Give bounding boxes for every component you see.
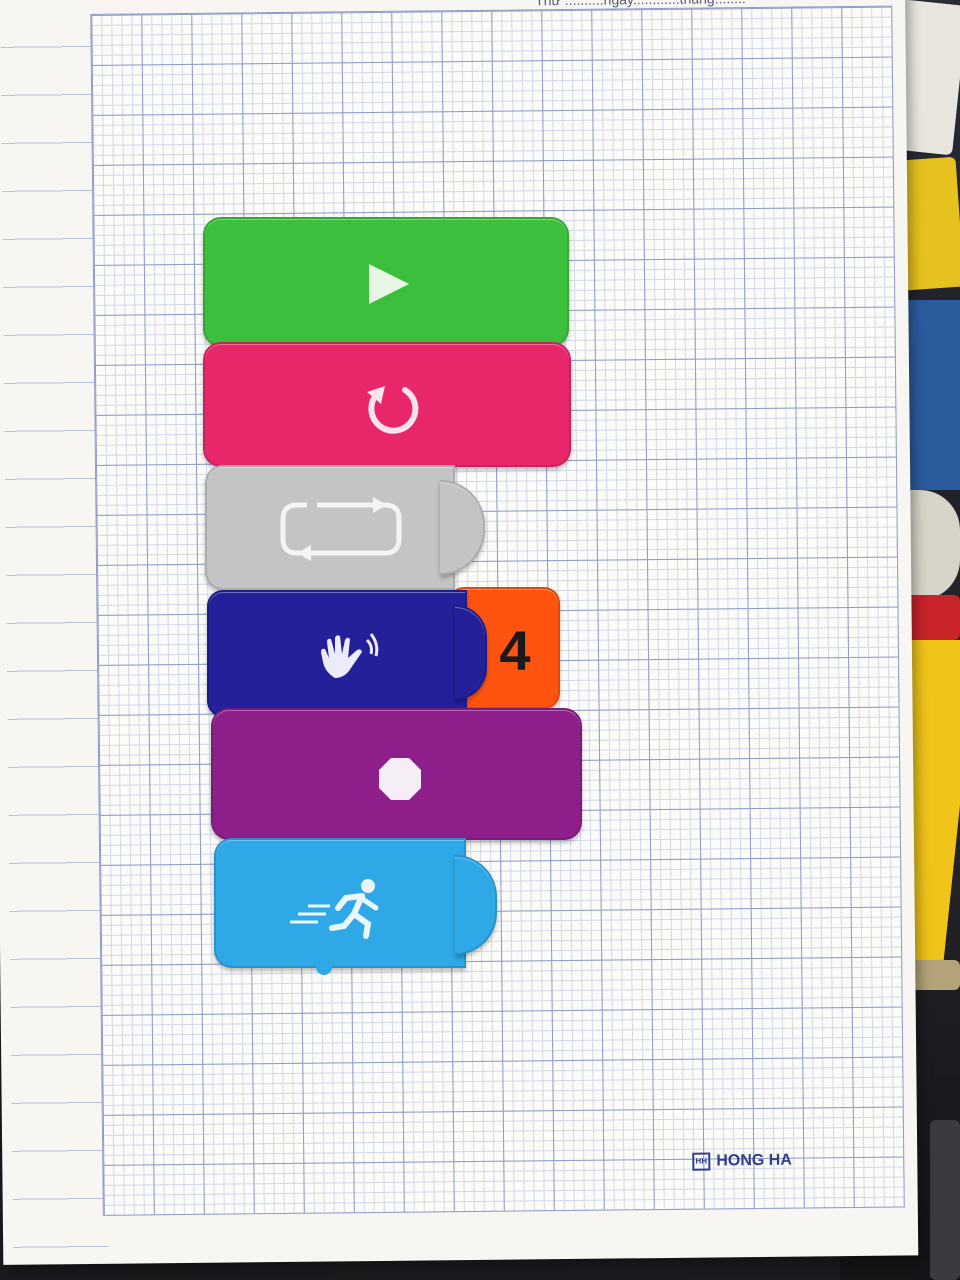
brand-name: HONG HA [716, 1151, 792, 1170]
hand-wave-icon [321, 633, 379, 678]
stop-block[interactable] [211, 708, 582, 847]
loop-icon [280, 497, 402, 561]
loop-block[interactable] [205, 465, 455, 590]
stop-octagon-icon [379, 758, 421, 800]
play-icon [369, 264, 409, 304]
rotate-icon [367, 386, 419, 434]
wave-block[interactable] [207, 590, 467, 717]
brand-mark: HH HONG HA [692, 1152, 792, 1171]
start-block[interactable] [203, 217, 569, 354]
brand-logo-icon: HH [692, 1152, 711, 1171]
run-block[interactable] [214, 838, 466, 975]
number-value: 4 [499, 619, 531, 682]
sticker [930, 1120, 960, 1280]
repeat-once-block[interactable] [203, 342, 571, 474]
running-person-icon [290, 879, 379, 939]
